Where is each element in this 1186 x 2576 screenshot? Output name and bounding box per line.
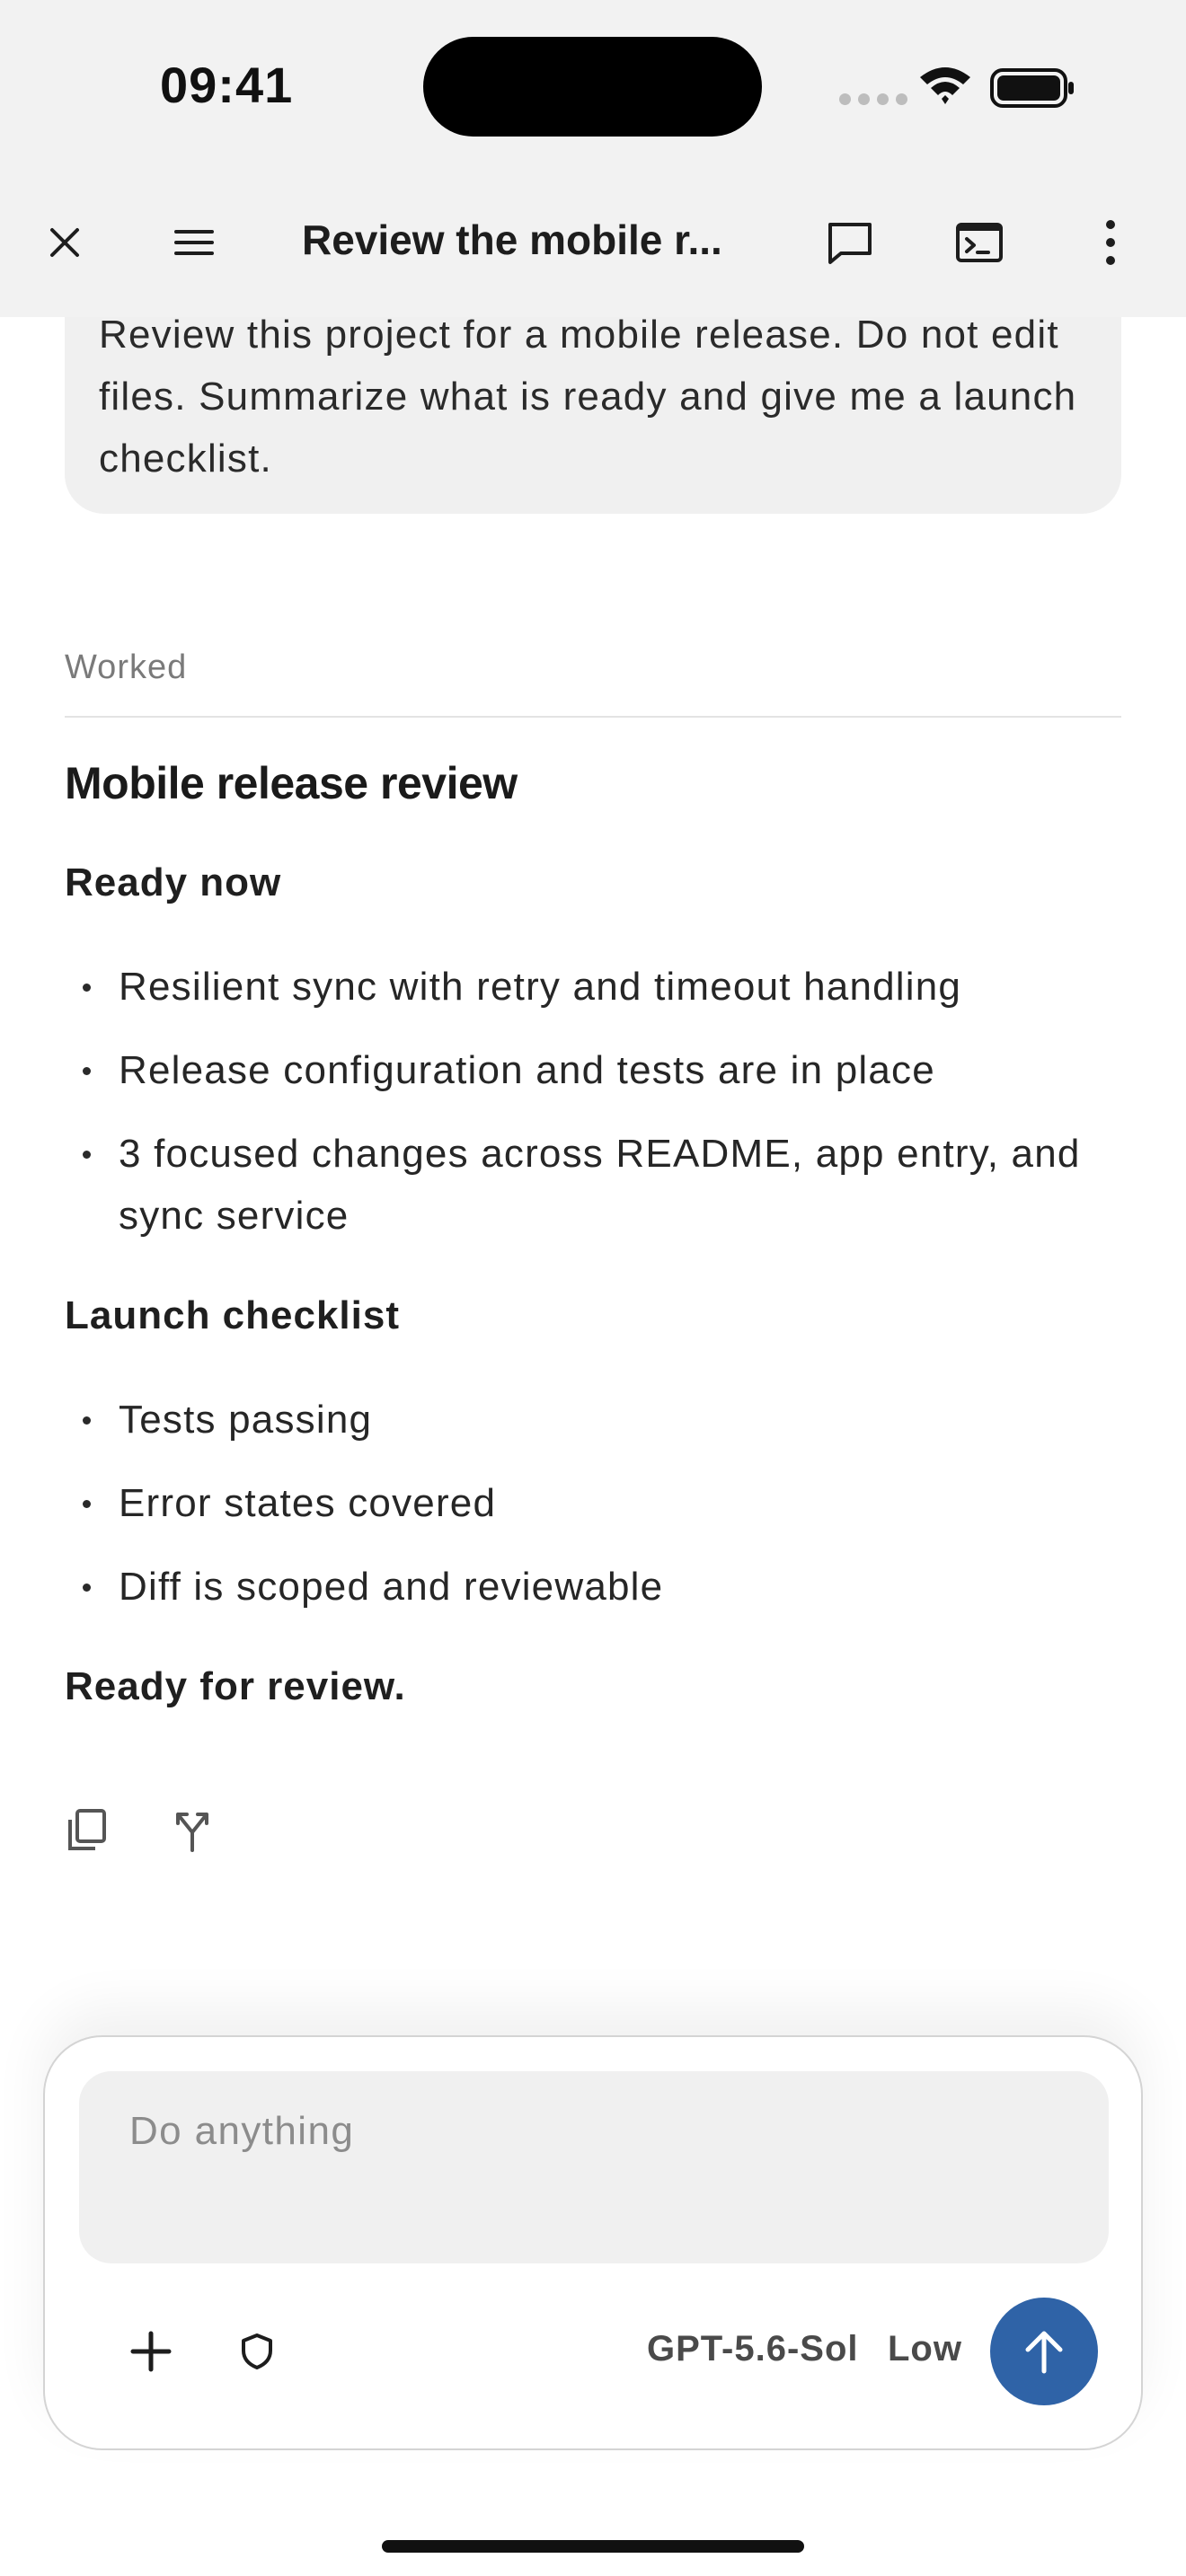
list-item: Resilient sync with retry and timeout ha… [65,956,1121,1018]
fork-icon[interactable] [171,1807,214,1854]
chat-button[interactable] [814,207,886,278]
user-message-text: Review this project for a mobile release… [99,313,1077,481]
section-title-ready-now: Ready now [65,860,282,904]
header: Review the mobile r... [0,207,1186,278]
ready-now-list: Resilient sync with retry and timeout ha… [65,956,1121,1247]
add-attachment-button[interactable] [115,2316,187,2387]
assistant-response: Mobile release review Ready now Resilien… [65,753,1121,1716]
send-button[interactable] [990,2298,1098,2405]
list-item: 3 focused changes across README, app ent… [65,1123,1121,1247]
response-closing: Ready for review. [65,1664,406,1708]
list-item: Diff is scoped and reviewable [65,1556,1121,1618]
arrow-up-icon [1025,2331,1063,2374]
effort-selector[interactable]: Low [888,2329,962,2369]
message-actions [65,1807,214,1854]
menu-icon [174,230,214,255]
shield-icon [242,2333,272,2369]
home-indicator [382,2540,804,2553]
work-status-label[interactable]: Worked [65,648,187,687]
close-button[interactable] [29,207,101,278]
list-item: Tests passing [65,1389,1121,1451]
launch-checklist-list: Tests passing Error states covered Diff … [65,1389,1121,1618]
close-icon [50,228,79,257]
prompt-input[interactable] [79,2071,1109,2263]
battery-icon [990,68,1074,108]
list-item: Error states covered [65,1472,1121,1534]
plus-icon [130,2331,172,2372]
more-button[interactable] [1075,207,1146,278]
permissions-button[interactable] [221,2316,293,2387]
cellular-signal-icon [839,93,907,105]
list-item: Release configuration and tests are in p… [65,1039,1121,1101]
menu-button[interactable] [158,207,230,278]
terminal-button[interactable] [943,207,1015,278]
composer: GPT-5.6-Sol Low [43,2035,1143,2450]
top-bar: 09:41 Review the mobile r... [0,0,1186,317]
page-title: Review the mobile r... [302,216,722,263]
chat-icon [828,223,872,264]
model-selector[interactable]: GPT-5.6-Sol [647,2329,859,2369]
divider [65,716,1121,718]
section-title-launch-checklist: Launch checklist [65,1293,401,1337]
copy-icon[interactable] [65,1807,108,1854]
dynamic-island [423,37,762,137]
response-heading: Mobile release review [65,758,518,808]
wifi-icon [920,67,970,104]
status-time: 09:41 [160,57,294,113]
terminal-icon [956,223,1003,262]
more-vertical-icon [1106,220,1115,265]
